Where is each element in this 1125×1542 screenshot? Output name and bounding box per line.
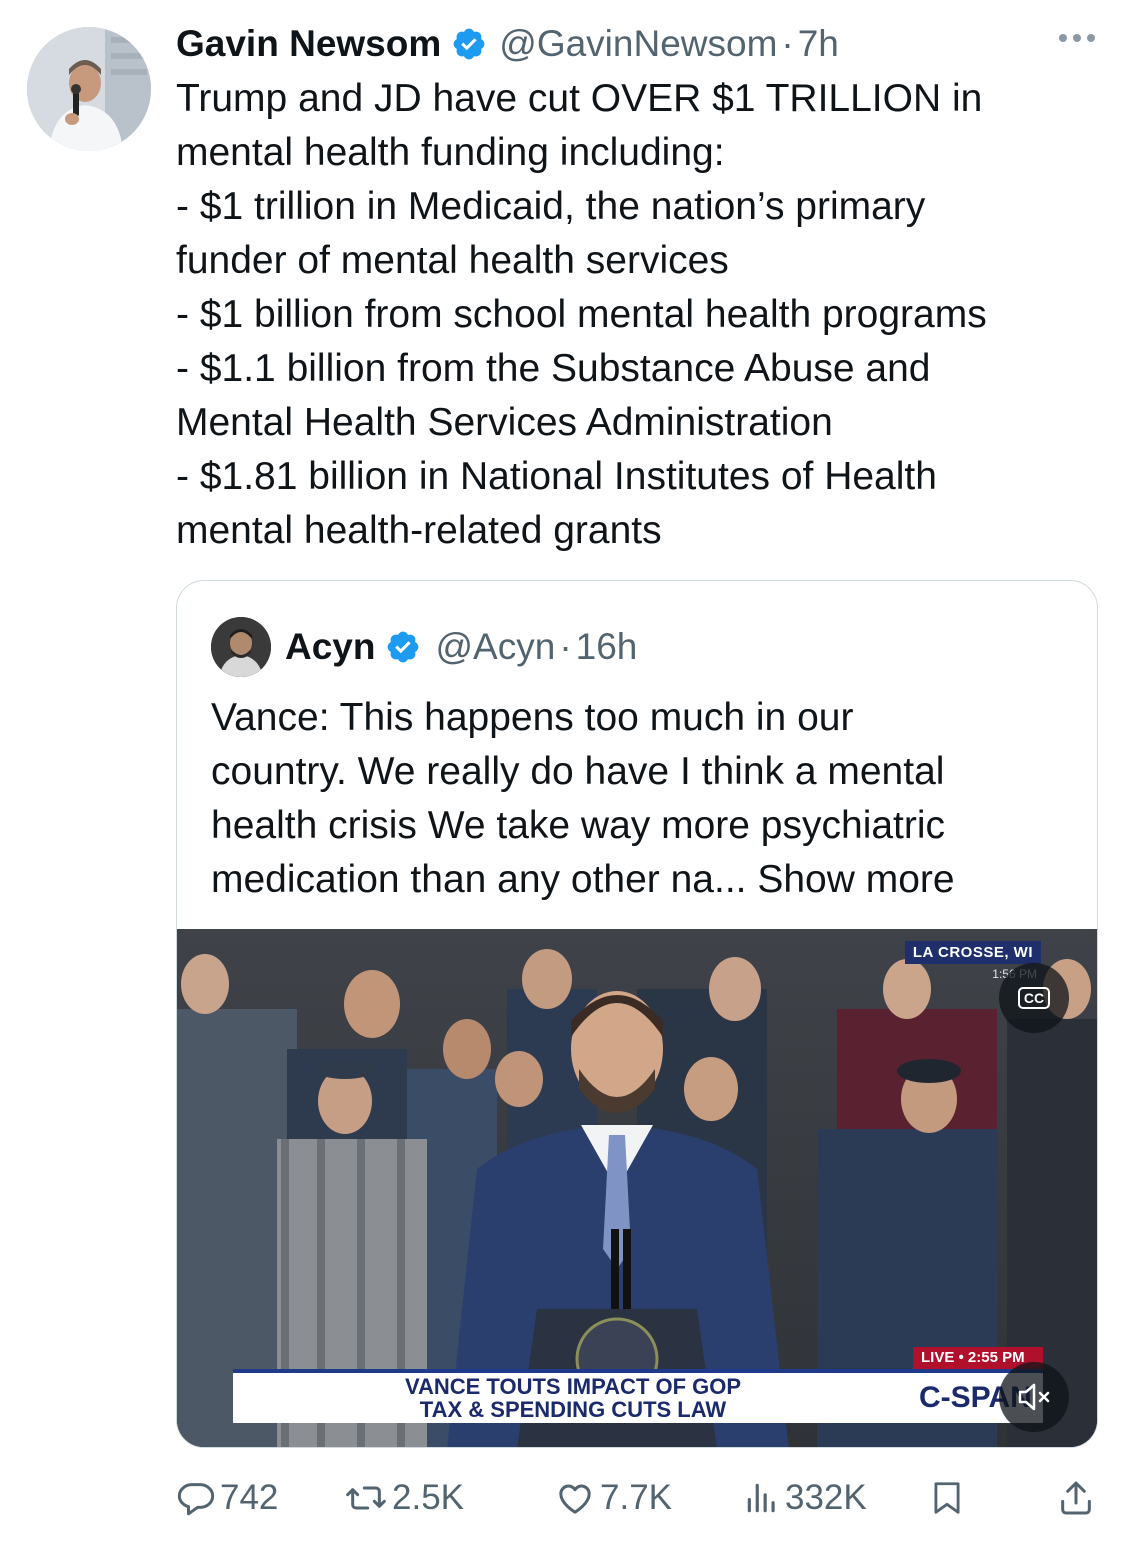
tweet-text-line: - $1 billion from school mental health p… xyxy=(176,293,987,336)
tweet-text: Trump and JD have cut OVER $1 TRILLION i… xyxy=(176,72,1096,558)
reply-icon xyxy=(177,1483,215,1516)
heart-icon xyxy=(559,1484,591,1514)
verified-badge-icon xyxy=(388,631,419,663)
analytics-icon xyxy=(747,1483,775,1513)
tweet-text-line: - $1 trillion in Medicaid, the nation’s … xyxy=(176,185,926,228)
headline-line-1: VANCE TOUTS IMPACT OF GOP xyxy=(404,1374,742,1399)
tweet-text-line: funder of mental health services xyxy=(176,239,729,282)
repost-count: 2.5K xyxy=(392,1478,464,1517)
tweet-text-line: - $1.1 billion from the Substance Abuse … xyxy=(176,347,931,390)
tweet-header: Gavin Newsom @GavinNewsom · 7h xyxy=(176,18,1095,70)
headline-line-2: TAX & SPENDING CUTS LAW xyxy=(419,1397,727,1422)
reply-count: 742 xyxy=(220,1478,279,1517)
quoted-text-line: health crisis We take way more psychiatr… xyxy=(211,804,946,847)
quoted-text-line-content: medication than any other na... xyxy=(211,858,758,901)
author-handle[interactable]: @GavinNewsom xyxy=(499,23,777,65)
verified-badge-icon xyxy=(453,28,485,60)
mute-button[interactable] xyxy=(999,1362,1069,1432)
share-button[interactable] xyxy=(1056,1470,1096,1526)
bookmark-button[interactable] xyxy=(928,1470,966,1526)
tweet-text-line: Mental Health Services Administration xyxy=(176,401,833,444)
location-tag: LA CROSSE, WI xyxy=(904,941,1041,964)
share-icon xyxy=(1061,1481,1091,1515)
volume-muted-icon xyxy=(1018,1383,1050,1411)
quoted-text-line: medication than any other na... Show mor… xyxy=(211,853,1081,907)
quoted-tweet-timestamp[interactable]: 16h xyxy=(576,626,638,668)
more-options-icon[interactable] xyxy=(1059,34,1095,42)
quoted-tweet-text: Vance: This happens too much in our coun… xyxy=(211,691,1081,907)
repost-button[interactable]: 2.5K xyxy=(344,1470,464,1526)
views-button[interactable]: 332K xyxy=(743,1470,867,1526)
quoted-author-name[interactable]: Acyn xyxy=(285,626,375,668)
bookmark-icon xyxy=(934,1482,960,1514)
quoted-author-handle[interactable]: @Acyn xyxy=(435,626,555,668)
reply-button[interactable]: 742 xyxy=(176,1470,278,1526)
tweet-text-line: mental health-related grants xyxy=(176,509,662,552)
captions-button[interactable]: CC xyxy=(999,963,1069,1033)
tweet-timestamp[interactable]: 7h xyxy=(798,23,839,65)
tweet-text-line: mental health funding including: xyxy=(176,131,725,174)
video-player[interactable]: LA CROSSE, WI 1:56 PM CC VANCE TOUTS IMP… xyxy=(177,929,1097,1447)
tweet-text-line: - $1.81 billion in National Institutes o… xyxy=(176,455,937,498)
header-separator: · xyxy=(781,23,794,64)
quoted-tweet-header: Acyn @Acyn · 16h xyxy=(211,617,637,677)
tweet-actions-bar: 742 2.5K 7.7K 332K xyxy=(176,1470,1096,1526)
author-avatar[interactable] xyxy=(27,27,151,151)
quoted-text-line: Vance: This happens too much in our xyxy=(211,696,854,739)
like-button[interactable]: 7.7K xyxy=(554,1470,672,1526)
tweet-text-line: Trump and JD have cut OVER $1 TRILLION i… xyxy=(176,77,983,120)
quoted-tweet-card[interactable]: Acyn @Acyn · 16h Vance: This happens too… xyxy=(176,580,1098,1448)
like-count: 7.7K xyxy=(600,1478,672,1517)
repost-icon xyxy=(346,1486,386,1510)
show-more-link[interactable]: Show more xyxy=(757,858,954,901)
tweet: Gavin Newsom @GavinNewsom · 7h Trump and… xyxy=(0,0,1125,1542)
video-headline-banner: VANCE TOUTS IMPACT OF GOP TAX & SPENDING… xyxy=(233,1369,913,1423)
cc-icon: CC xyxy=(1017,987,1051,1009)
author-name[interactable]: Gavin Newsom xyxy=(176,23,441,65)
quoted-text-line: country. We really do have I think a men… xyxy=(211,750,945,793)
quoted-header-separator: · xyxy=(559,626,572,667)
quoted-author-avatar[interactable] xyxy=(211,617,271,677)
view-count: 332K xyxy=(785,1478,867,1517)
